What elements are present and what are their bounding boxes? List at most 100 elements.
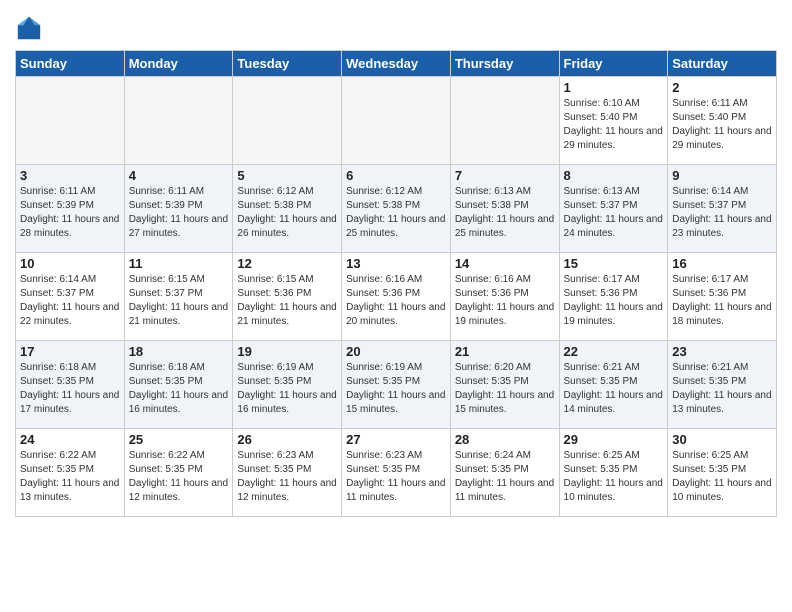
header [15,10,777,42]
day-info: Sunrise: 6:16 AM Sunset: 5:36 PM Dayligh… [346,273,446,329]
calendar-cell: 2 Sunrise: 6:11 AM Sunset: 5:40 PM Daylig… [668,77,777,165]
day-number: 12 [237,256,337,271]
calendar-cell: 12 Sunrise: 6:15 AM Sunset: 5:36 PM Dayli… [233,253,342,341]
weekday-header-sunday: Sunday [16,51,125,77]
day-info: Sunrise: 6:13 AM Sunset: 5:37 PM Dayligh… [564,185,664,241]
day-info: Sunrise: 6:11 AM Sunset: 5:39 PM Dayligh… [20,185,120,241]
calendar-cell [124,77,233,165]
weekday-header-monday: Monday [124,51,233,77]
day-number: 1 [564,80,664,95]
week-row-2: 3 Sunrise: 6:11 AM Sunset: 5:39 PM Daylig… [16,165,777,253]
day-info: Sunrise: 6:15 AM Sunset: 5:36 PM Dayligh… [237,273,337,329]
week-row-5: 24Sunrise: 6:22 AM Sunset: 5:35 PM Dayli… [16,429,777,517]
weekday-header-saturday: Saturday [668,51,777,77]
day-number: 9 [672,168,772,183]
day-number: 16 [672,256,772,271]
day-info: Sunrise: 6:14 AM Sunset: 5:37 PM Dayligh… [672,185,772,241]
day-info: Sunrise: 6:22 AM Sunset: 5:35 PM Dayligh… [129,449,229,505]
day-number: 3 [20,168,120,183]
day-number: 2 [672,80,772,95]
day-number: 26 [237,432,337,447]
day-info: Sunrise: 6:12 AM Sunset: 5:38 PM Dayligh… [237,185,337,241]
calendar-cell: 5 Sunrise: 6:12 AM Sunset: 5:38 PM Daylig… [233,165,342,253]
day-info: Sunrise: 6:22 AM Sunset: 5:35 PM Dayligh… [20,449,120,505]
day-info: Sunrise: 6:25 AM Sunset: 5:35 PM Dayligh… [564,449,664,505]
calendar-cell: 29 Sunrise: 6:25 AM Sunset: 5:35 PM Dayli… [559,429,668,517]
day-info: Sunrise: 6:24 AM Sunset: 5:35 PM Dayligh… [455,449,555,505]
day-info: Sunrise: 6:11 AM Sunset: 5:39 PM Dayligh… [129,185,229,241]
week-row-1: 1 Sunrise: 6:10 AM Sunset: 5:40 PM Daylig… [16,77,777,165]
calendar-cell: 26 Sunrise: 6:23 AM Sunset: 5:35 PM Dayli… [233,429,342,517]
day-number: 20 [346,344,446,359]
calendar-cell: 6 Sunrise: 6:12 AM Sunset: 5:38 PM Daylig… [342,165,451,253]
logo [15,14,45,42]
day-info: Sunrise: 6:21 AM Sunset: 5:35 PM Dayligh… [564,361,664,417]
day-info: Sunrise: 6:17 AM Sunset: 5:36 PM Dayligh… [564,273,664,329]
day-info: Sunrise: 6:19 AM Sunset: 5:35 PM Dayligh… [346,361,446,417]
calendar-cell: 13 Sunrise: 6:16 AM Sunset: 5:36 PM Dayli… [342,253,451,341]
calendar-cell: 19Sunrise: 6:19 AM Sunset: 5:35 PM Dayli… [233,341,342,429]
day-number: 8 [564,168,664,183]
calendar-cell: 22 Sunrise: 6:21 AM Sunset: 5:35 PM Dayli… [559,341,668,429]
day-info: Sunrise: 6:23 AM Sunset: 5:35 PM Dayligh… [346,449,446,505]
calendar-cell: 27 Sunrise: 6:23 AM Sunset: 5:35 PM Dayli… [342,429,451,517]
day-number: 30 [672,432,772,447]
calendar-cell: 3 Sunrise: 6:11 AM Sunset: 5:39 PM Daylig… [16,165,125,253]
day-number: 4 [129,168,229,183]
weekday-header-wednesday: Wednesday [342,51,451,77]
page: SundayMondayTuesdayWednesdayThursdayFrid… [0,0,792,532]
day-number: 17 [20,344,120,359]
day-number: 6 [346,168,446,183]
calendar-cell: 4 Sunrise: 6:11 AM Sunset: 5:39 PM Daylig… [124,165,233,253]
day-info: Sunrise: 6:25 AM Sunset: 5:35 PM Dayligh… [672,449,772,505]
day-number: 18 [129,344,229,359]
calendar-cell: 25Sunrise: 6:22 AM Sunset: 5:35 PM Dayli… [124,429,233,517]
calendar-cell: 18 Sunrise: 6:18 AM Sunset: 5:35 PM Dayli… [124,341,233,429]
day-number: 21 [455,344,555,359]
calendar-cell: 10 Sunrise: 6:14 AM Sunset: 5:37 PM Dayli… [16,253,125,341]
weekday-header-row: SundayMondayTuesdayWednesdayThursdayFrid… [16,51,777,77]
calendar-cell: 9 Sunrise: 6:14 AM Sunset: 5:37 PM Daylig… [668,165,777,253]
weekday-header-friday: Friday [559,51,668,77]
logo-icon [15,14,43,42]
day-info: Sunrise: 6:14 AM Sunset: 5:37 PM Dayligh… [20,273,120,329]
day-number: 15 [564,256,664,271]
calendar-cell: 21 Sunrise: 6:20 AM Sunset: 5:35 PM Dayli… [450,341,559,429]
day-info: Sunrise: 6:17 AM Sunset: 5:36 PM Dayligh… [672,273,772,329]
day-number: 27 [346,432,446,447]
calendar-cell: 11 Sunrise: 6:15 AM Sunset: 5:37 PM Dayli… [124,253,233,341]
calendar-cell: 14Sunrise: 6:16 AM Sunset: 5:36 PM Dayli… [450,253,559,341]
day-number: 28 [455,432,555,447]
calendar-cell: 7Sunrise: 6:13 AM Sunset: 5:38 PM Daylig… [450,165,559,253]
day-info: Sunrise: 6:18 AM Sunset: 5:35 PM Dayligh… [20,361,120,417]
week-row-4: 17 Sunrise: 6:18 AM Sunset: 5:35 PM Dayli… [16,341,777,429]
day-info: Sunrise: 6:20 AM Sunset: 5:35 PM Dayligh… [455,361,555,417]
calendar-cell [450,77,559,165]
calendar-cell: 20 Sunrise: 6:19 AM Sunset: 5:35 PM Dayli… [342,341,451,429]
day-info: Sunrise: 6:11 AM Sunset: 5:40 PM Dayligh… [672,97,772,153]
calendar-cell: 16 Sunrise: 6:17 AM Sunset: 5:36 PM Dayli… [668,253,777,341]
day-info: Sunrise: 6:23 AM Sunset: 5:35 PM Dayligh… [237,449,337,505]
calendar-cell: 24Sunrise: 6:22 AM Sunset: 5:35 PM Dayli… [16,429,125,517]
day-number: 10 [20,256,120,271]
day-number: 22 [564,344,664,359]
calendar-cell: 23Sunrise: 6:21 AM Sunset: 5:35 PM Dayli… [668,341,777,429]
week-row-3: 10 Sunrise: 6:14 AM Sunset: 5:37 PM Dayli… [16,253,777,341]
day-info: Sunrise: 6:12 AM Sunset: 5:38 PM Dayligh… [346,185,446,241]
day-number: 19 [237,344,337,359]
day-number: 29 [564,432,664,447]
calendar-cell: 28 Sunrise: 6:24 AM Sunset: 5:35 PM Dayli… [450,429,559,517]
day-number: 23 [672,344,772,359]
calendar-cell: 17 Sunrise: 6:18 AM Sunset: 5:35 PM Dayli… [16,341,125,429]
calendar-cell: 8 Sunrise: 6:13 AM Sunset: 5:37 PM Daylig… [559,165,668,253]
day-number: 5 [237,168,337,183]
calendar-table: SundayMondayTuesdayWednesdayThursdayFrid… [15,50,777,517]
day-info: Sunrise: 6:10 AM Sunset: 5:40 PM Dayligh… [564,97,664,153]
day-number: 7 [455,168,555,183]
calendar-cell [16,77,125,165]
day-info: Sunrise: 6:18 AM Sunset: 5:35 PM Dayligh… [129,361,229,417]
calendar-cell: 15 Sunrise: 6:17 AM Sunset: 5:36 PM Dayli… [559,253,668,341]
day-number: 13 [346,256,446,271]
day-info: Sunrise: 6:15 AM Sunset: 5:37 PM Dayligh… [129,273,229,329]
day-number: 11 [129,256,229,271]
